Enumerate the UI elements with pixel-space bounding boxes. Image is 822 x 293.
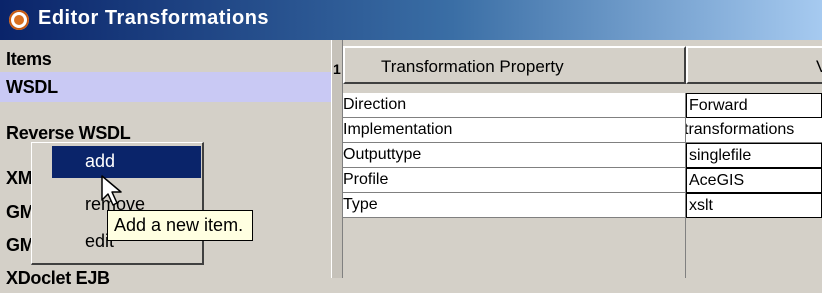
value-cell[interactable]: Forward [686,93,822,118]
list-item-xdoclet-ejb[interactable]: XDoclet EJB [0,263,331,293]
menu-item-label: add [85,151,116,171]
value-cell[interactable]: xslt [686,193,822,218]
property-cell[interactable]: Implementation [343,118,686,143]
window-title: Editor Transformations [38,7,270,29]
property-name: Outputtype [343,146,422,163]
column-header-value[interactable]: V [686,46,822,84]
property-cell[interactable]: Type [343,193,686,218]
list-item-label: WSDL [6,77,58,97]
property-value: xslt [689,197,713,214]
tooltip: Add a new item. [107,210,253,241]
property-cell[interactable]: Outputtype [343,143,686,168]
value-cell[interactable]: AceGIS [686,168,822,193]
property-cell[interactable]: Direction [343,93,686,118]
property-name: Type [343,196,378,213]
value-cell[interactable]: singlefile [686,143,822,168]
property-value: Forward [689,97,748,114]
list-item-wsdl[interactable]: WSDL [0,72,331,102]
title-bar[interactable]: Editor Transformations [0,0,822,40]
items-header: Items [6,49,52,69]
property-name: Direction [343,96,407,113]
column-header-label: V [816,57,822,77]
property-name: Implementation [343,121,453,138]
list-item-label: Reverse WSDL [6,123,131,143]
splitter-grip: 1 [333,61,341,77]
property-cell[interactable]: Profile [343,168,686,193]
value-cell[interactable]: transformations [686,118,822,143]
mouse-pointer-icon [101,175,122,206]
property-value: transformations [686,121,795,138]
properties-table: Transformation Property V Direction Forw… [343,40,822,278]
tooltip-text: Add a new item. [114,215,244,235]
list-item-label: XDoclet EJB [6,268,110,288]
table-empty-area [343,218,686,278]
column-header-property[interactable]: Transformation Property [343,46,686,84]
property-value: singlefile [689,147,752,164]
panel-splitter[interactable]: 1 [331,40,343,278]
app-gear-icon [9,10,29,30]
property-value: AceGIS [689,172,745,189]
property-name: Profile [343,171,389,188]
list-item-label: XM [6,168,33,188]
column-header-label: Transformation Property [381,57,564,76]
